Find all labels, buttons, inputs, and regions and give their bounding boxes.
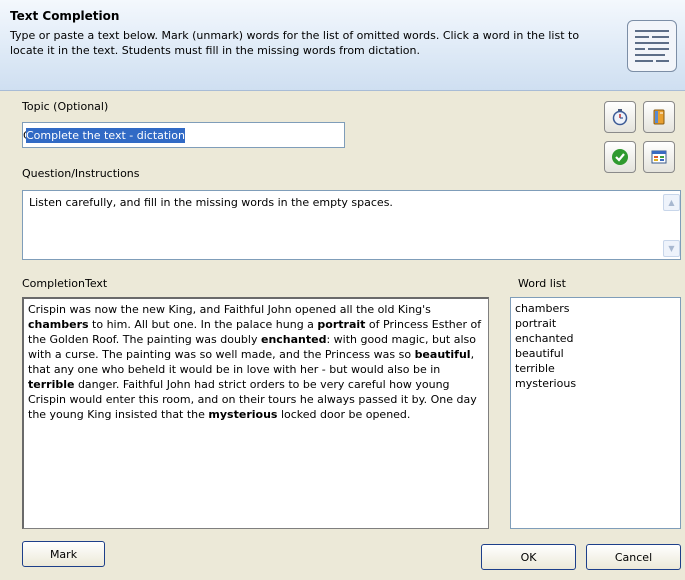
marked-word[interactable]: mysterious	[208, 408, 277, 421]
scroll-up-arrow[interactable]: ▲	[663, 194, 680, 211]
wordlist-label: Word list	[518, 277, 566, 290]
wordlist-item[interactable]: enchanted	[515, 331, 676, 346]
marked-word[interactable]: enchanted	[261, 333, 327, 346]
cancel-button[interactable]: Cancel	[586, 544, 681, 570]
layout-button[interactable]	[643, 141, 675, 173]
green-check-icon	[612, 149, 628, 165]
ok-button[interactable]: OK	[481, 544, 576, 570]
question-text: Listen carefully, and fill in the missin…	[29, 196, 393, 209]
wordlist-item[interactable]: terrible	[515, 361, 676, 376]
marked-word[interactable]: portrait	[317, 318, 365, 331]
wordlist-box[interactable]: chambers portrait enchanted beautiful te…	[510, 297, 681, 529]
question-label: Question/Instructions	[22, 167, 140, 180]
dialog-description: Type or paste a text below. Mark (unmark…	[10, 29, 580, 57]
wordlist-item[interactable]: portrait	[515, 316, 676, 331]
completion-label: CompletionText	[22, 277, 108, 290]
marked-word[interactable]: chambers	[28, 318, 89, 331]
completion-text-area[interactable]: Crispin was now the new King, and Faithf…	[22, 297, 489, 529]
completion-segment[interactable]: to him. All but one. In the palace hung …	[89, 318, 318, 331]
library-button[interactable]	[643, 101, 675, 133]
topic-input[interactable]	[22, 122, 345, 148]
scroll-down-arrow[interactable]: ▼	[663, 240, 680, 257]
validate-button[interactable]	[604, 141, 636, 173]
marked-word[interactable]: beautiful	[415, 348, 471, 361]
mark-button[interactable]: Mark	[22, 541, 105, 567]
completion-segment[interactable]: locked door be opened.	[277, 408, 410, 421]
marked-word[interactable]: terrible	[28, 378, 74, 391]
topic-label: Topic (Optional)	[22, 100, 109, 113]
dialog-title: Text Completion	[10, 9, 120, 23]
question-textarea[interactable]: Listen carefully, and fill in the missin…	[22, 190, 681, 260]
wordlist-item[interactable]: mysterious	[515, 376, 676, 391]
document-lines-icon	[627, 20, 677, 72]
wordlist-item[interactable]: beautiful	[515, 346, 676, 361]
timer-button[interactable]	[604, 101, 636, 133]
completion-segment[interactable]: Crispin was now the new King, and Faithf…	[28, 303, 431, 316]
stopwatch-icon	[612, 109, 628, 126]
dialog-header: Text Completion Type or paste a text bel…	[0, 0, 685, 91]
book-icon	[653, 109, 665, 125]
table-grid-icon	[651, 150, 667, 164]
wordlist-item[interactable]: chambers	[515, 301, 676, 316]
